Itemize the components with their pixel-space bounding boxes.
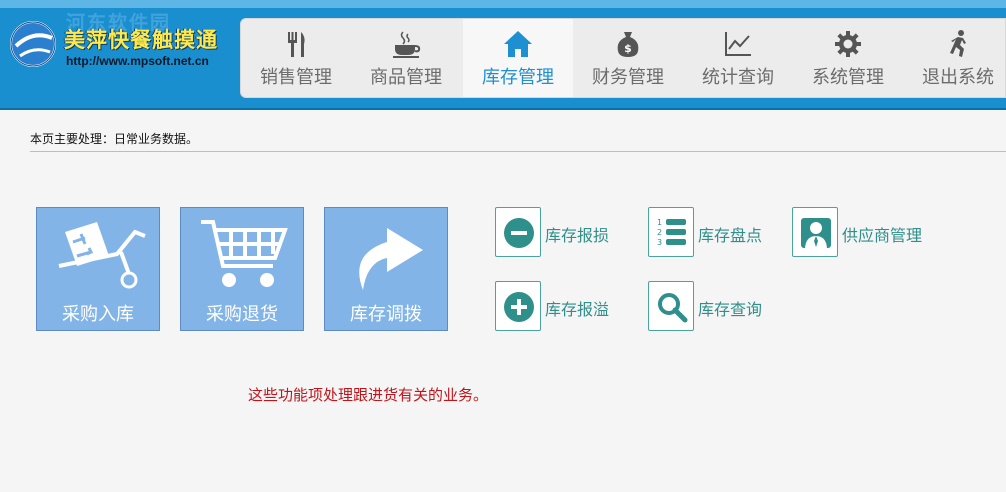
running-man-icon [950,30,966,57]
action-label: 供应商管理 [842,226,923,245]
person-icon [801,218,831,248]
coffee-cup-icon [393,31,421,58]
tile-label: 采购入库 [62,304,134,325]
app-url: http://www.mpsoft.net.cn [66,54,209,68]
globe-logo-icon [10,21,56,67]
purchase-return-button[interactable]: 采购退货 [180,207,304,331]
action-label: 库存报损 [545,226,610,245]
main-nav: 销售管理 商品管理 库存管理 $ 财务管理 统计查询 系统管理 退出系统 [240,18,1006,98]
hint-text: 这些功能项处理跟进货有关的业务。 [248,386,489,404]
page-notice: 本页主要处理：日常业务数据。 [30,132,199,146]
shopping-cart-icon [201,220,288,287]
nav-item-inventory[interactable]: 库存管理 [463,19,573,97]
nav-label: 销售管理 [260,67,332,88]
money-bag-icon: $ [617,32,639,57]
action-label: 库存报溢 [545,300,610,319]
app-logo: 河东软件园 美萍快餐触摸通 http://www.mpsoft.net.cn [6,10,236,80]
nav-item-exit[interactable]: 退出系统 [903,19,1006,97]
nav-item-sales[interactable]: 销售管理 [241,19,351,97]
nav-item-system[interactable]: 系统管理 [793,19,903,97]
nav-label: 退出系统 [922,67,994,88]
nav-label: 统计查询 [702,67,774,88]
action-icon-box [648,281,694,331]
curved-arrow-icon [359,228,423,290]
minus-circle-icon [504,218,534,248]
nav-label: 库存管理 [482,67,554,88]
plus-circle-icon [504,292,534,322]
action-icon-box [792,207,838,257]
nav-label: 财务管理 [592,67,664,88]
line-chart-icon [725,32,751,56]
magnifier-icon [658,293,688,323]
tile-label: 采购退货 [206,304,278,325]
numbered-list-icon: 123 [657,218,686,247]
action-icon-box [495,207,541,257]
svg-text:2: 2 [657,228,662,237]
tile-label: 库存调拨 [350,304,422,325]
fork-knife-icon [288,32,305,57]
top-banner: 河东软件园 美萍快餐触摸通 http://www.mpsoft.net.cn 销… [0,0,1006,110]
action-icon-box: 123 [648,207,694,257]
home-icon [504,31,532,57]
purchase-inbound-button[interactable]: 采购入库 [36,207,160,331]
app-title: 美萍快餐触摸通 [64,28,218,52]
svg-text:1: 1 [657,218,662,227]
nav-item-products[interactable]: 商品管理 [351,19,461,97]
hand-truck-icon [58,222,146,289]
stock-transfer-button[interactable]: 库存调拨 [324,207,448,331]
nav-label: 商品管理 [370,67,442,88]
nav-label: 系统管理 [812,67,884,88]
divider [30,151,1006,152]
banner-highlight [0,0,1006,8]
action-icon-box [495,281,541,331]
svg-text:3: 3 [657,238,662,247]
nav-item-statistics[interactable]: 统计查询 [683,19,793,97]
nav-item-finance[interactable]: $ 财务管理 [573,19,683,97]
action-label: 库存盘点 [698,226,763,245]
gear-icon [835,31,861,57]
action-label: 库存查询 [698,300,763,319]
svg-text:$: $ [624,42,632,55]
